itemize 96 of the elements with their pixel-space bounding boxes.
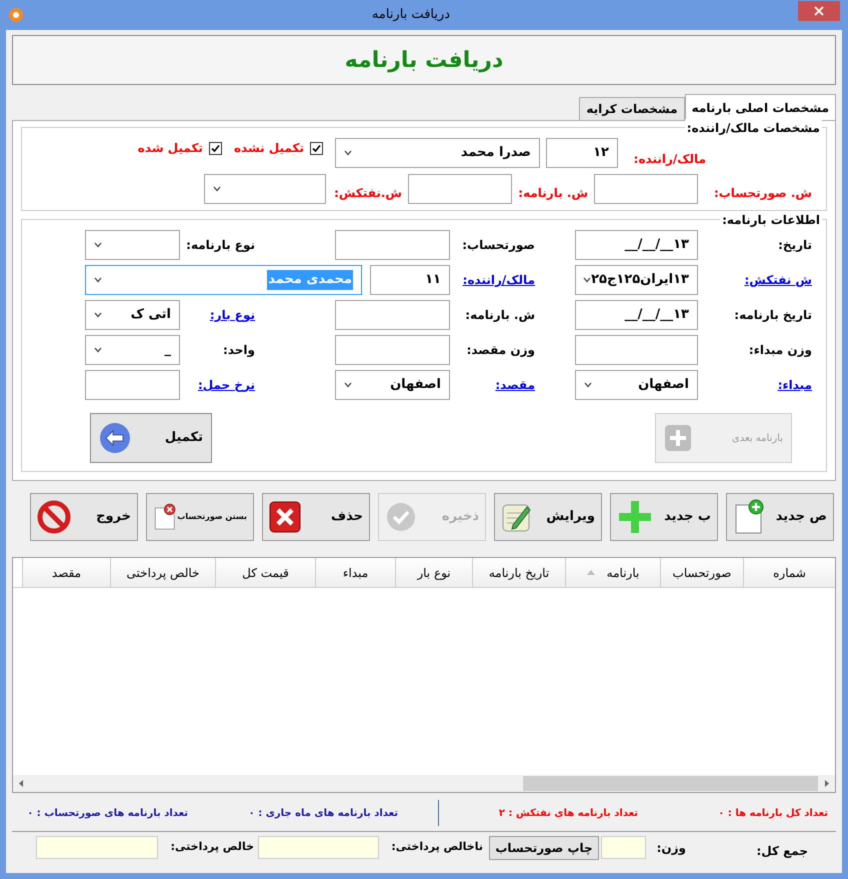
- field-link[interactable]: ش نفتکش:: [744, 271, 812, 289]
- tab[interactable]: مشخصات کرایه: [579, 97, 685, 120]
- group-title: مشخصات مالک/راننده:: [684, 119, 822, 137]
- total-label: جمع کل:: [755, 842, 809, 860]
- column-header[interactable]: قیمت کل: [215, 558, 315, 587]
- toolbar-button[interactable]: حذف: [262, 493, 370, 541]
- field-link[interactable]: مبداء:: [778, 376, 812, 394]
- chevron-down-icon: [344, 382, 352, 388]
- weight-field[interactable]: [601, 836, 646, 859]
- dropdown-field[interactable]: ۱۳ایران۱۲۵ج۲۵: [575, 265, 698, 295]
- checkmark-icon: [385, 501, 417, 533]
- field-link[interactable]: نرخ حمل:: [198, 376, 255, 394]
- field-label: ش.نفتکش:: [334, 185, 402, 202]
- field-label: تکمیل نشده: [234, 140, 304, 157]
- plus-icon: [664, 424, 692, 452]
- print-invoice-button[interactable]: چاپ صورتحساب: [489, 836, 599, 860]
- checkbox[interactable]: [310, 142, 323, 154]
- dropdown-field[interactable]: _: [85, 335, 180, 365]
- input-field[interactable]: [408, 174, 512, 204]
- toolbar-button[interactable]: ص جدید: [726, 493, 834, 541]
- toolbar-button[interactable]: ب جدید: [610, 493, 718, 541]
- net-payment-label: خالص پرداختی:: [170, 839, 255, 856]
- chevron-down-icon: [94, 242, 102, 248]
- dropdown-field[interactable]: [85, 230, 180, 260]
- dropdown-field[interactable]: اصفهان: [335, 370, 450, 400]
- toolbar-button[interactable]: ویرایش: [494, 493, 602, 541]
- field-label: وزن مبداء:: [748, 342, 812, 359]
- input-field[interactable]: ۱۱: [370, 265, 450, 295]
- field-link[interactable]: مالک/راننده:: [462, 271, 535, 289]
- column-header[interactable]: تاریخ بارنامه: [472, 558, 565, 587]
- tab[interactable]: مشخصات اصلی بارنامه: [684, 94, 836, 120]
- sort-caret-icon: [586, 570, 595, 575]
- field-label: واحد:: [223, 342, 255, 359]
- input-field[interactable]: [575, 335, 698, 365]
- chevron-down-icon: [584, 382, 592, 388]
- column-header[interactable]: شماره: [743, 558, 835, 587]
- complete-button[interactable]: تکمیل: [90, 413, 212, 463]
- window-title: دریافت بارنامه: [372, 6, 450, 24]
- weight-label: وزن:: [656, 840, 687, 856]
- dropdown-field[interactable]: [204, 174, 326, 204]
- arrow-left-icon: [99, 422, 131, 454]
- input-field[interactable]: [335, 300, 450, 330]
- scrollbar-thumb[interactable]: [523, 776, 818, 791]
- chevron-down-icon: [344, 150, 352, 156]
- toolbar-button[interactable]: بستن صورتحساب: [146, 493, 254, 541]
- count-text: تعداد بارنامه های نفتکش : ۲: [498, 806, 638, 820]
- close-button[interactable]: [798, 1, 840, 21]
- plus-icon: [617, 499, 653, 535]
- form-title: دریافت بارنامه: [344, 46, 504, 74]
- column-header[interactable]: مقصد: [22, 558, 110, 587]
- dropdown-field[interactable]: اصفهان: [575, 370, 698, 400]
- field-label: تاریخ بارنامه:: [734, 307, 812, 324]
- input-field[interactable]: ۱۳__/__/__: [575, 300, 698, 330]
- field-link[interactable]: مقصد:: [495, 376, 535, 394]
- field-label: ش. صورتحساب:: [714, 185, 812, 202]
- field-label: صورتحساب:: [462, 237, 535, 254]
- field-label: تکمیل شده: [138, 140, 203, 157]
- input-field[interactable]: ۱۳__/__/__: [575, 230, 698, 260]
- field-label: ش. بارنامه:: [465, 307, 535, 324]
- net-payment-field[interactable]: [36, 836, 158, 859]
- chevron-down-icon: [94, 312, 102, 318]
- input-field[interactable]: [594, 174, 698, 204]
- checkbox[interactable]: [208, 142, 222, 154]
- toolbar-button[interactable]: خروج: [30, 493, 138, 541]
- column-header[interactable]: مبداء: [315, 558, 395, 587]
- horizontal-scrollbar[interactable]: [13, 775, 835, 792]
- delete-icon: [269, 501, 301, 533]
- app-icon: [8, 7, 24, 23]
- column-header[interactable]: نوع بار: [395, 558, 472, 587]
- input-field[interactable]: [335, 335, 450, 365]
- dropdown-field[interactable]: صدرا محمد: [335, 138, 540, 168]
- input-field[interactable]: ۱۲: [546, 138, 618, 168]
- gross-payment-label: ناخالص پرداختی:: [390, 839, 484, 856]
- field-label: مالک/راننده:: [634, 151, 706, 168]
- chevron-down-icon: [583, 277, 592, 283]
- column-header[interactable]: بارنامه: [565, 558, 660, 587]
- column-header[interactable]: صورتحساب: [660, 558, 743, 587]
- chevron-down-icon: [94, 347, 102, 353]
- chevron-down-icon: [94, 277, 102, 283]
- gross-payment-field[interactable]: [258, 836, 379, 859]
- count-text: تعداد بارنامه های ماه جاری : ۰: [248, 806, 398, 820]
- field-label: تاریخ:: [778, 237, 812, 254]
- new-document-icon: [733, 499, 765, 535]
- field-label: نوع بارنامه:: [186, 237, 255, 254]
- input-field[interactable]: [335, 230, 450, 260]
- close-icon: [814, 6, 824, 16]
- field-label: وزن مقصد:: [466, 342, 535, 359]
- count-text: تعداد بارنامه های صورتحساب : ۰: [27, 806, 188, 820]
- column-header[interactable]: خالص پرداختی: [110, 558, 215, 587]
- chevron-down-icon: [213, 186, 221, 192]
- no-entry-icon: [37, 500, 71, 534]
- input-field[interactable]: [85, 370, 180, 400]
- count-text: تعداد کل بارنامه ها : ۰: [718, 806, 828, 820]
- field-label: ش. بارنامه:: [518, 185, 588, 202]
- field-link[interactable]: نوع بار:: [210, 306, 255, 324]
- dropdown-field[interactable]: اتی ک: [85, 300, 180, 330]
